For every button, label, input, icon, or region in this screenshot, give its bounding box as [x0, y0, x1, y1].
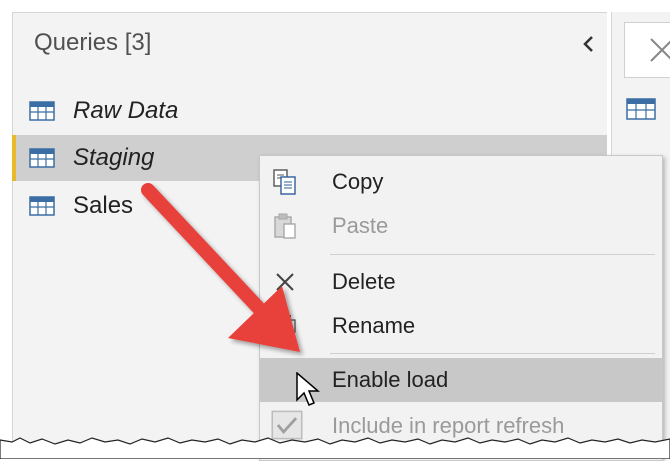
menu-separator — [330, 254, 655, 255]
query-item-label: Raw Data — [73, 97, 179, 124]
table-icon — [29, 196, 55, 216]
chevron-left-icon — [583, 36, 593, 52]
query-item-label: Staging — [73, 144, 155, 171]
menu-item-paste[interactable]: Paste — [260, 204, 662, 248]
menu-item-copy[interactable]: Copy — [260, 160, 662, 204]
rename-icon — [272, 315, 296, 337]
paste-icon — [274, 213, 296, 239]
menu-item-rename[interactable]: Rename — [260, 304, 662, 348]
power-query-editor: Queries [3] Raw Data Staging Sales Copy … — [0, 0, 670, 461]
menu-item-label: Delete — [332, 269, 396, 294]
query-item-raw-data[interactable]: Raw Data — [13, 88, 607, 134]
close-icon — [650, 38, 670, 62]
menu-item-label: Paste — [332, 213, 389, 238]
context-menu: Copy Paste Delete Rename Enable load Inc… — [259, 155, 663, 461]
cancel-formula-button[interactable] — [624, 22, 670, 78]
queries-pane-title: Queries [3] — [34, 29, 152, 56]
table-icon — [29, 148, 55, 168]
menu-item-label: Enable load — [332, 367, 449, 392]
collapse-pane-button[interactable] — [578, 33, 600, 55]
menu-item-enable-load[interactable]: Enable load — [260, 358, 662, 402]
table-icon[interactable] — [626, 98, 656, 120]
close-icon — [276, 273, 294, 291]
menu-item-label: Copy — [332, 169, 384, 194]
menu-item-delete[interactable]: Delete — [260, 260, 662, 304]
table-icon — [29, 101, 55, 121]
copy-icon — [273, 169, 296, 195]
menu-separator — [330, 353, 655, 354]
menu-item-label: Rename — [332, 313, 416, 338]
query-item-label: Sales — [73, 192, 134, 219]
torn-edge — [0, 437, 670, 459]
